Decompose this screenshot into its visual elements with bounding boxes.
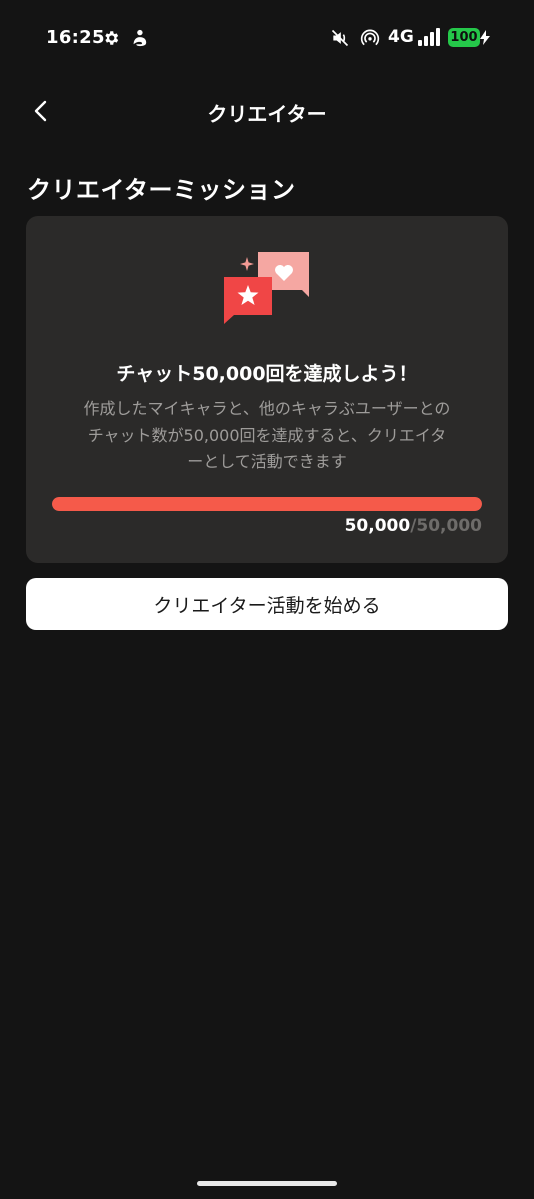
mute-icon (331, 29, 349, 47)
home-indicator[interactable] (197, 1181, 337, 1186)
progress-bar (52, 497, 482, 511)
start-creator-button[interactable]: クリエイター活動を始める (26, 578, 508, 630)
screen: 16:25 4G 100 クリエイター クリエイターミッション チャット50,0… (0, 0, 534, 1199)
battery-level: 100 (450, 30, 478, 45)
chat-bubbles-star-heart-icon (224, 252, 309, 324)
status-bar: 16:25 4G 100 (0, 0, 534, 78)
battery-icon: 100 (448, 28, 480, 47)
section-title: クリエイターミッション (27, 176, 296, 204)
status-time: 16:25 (46, 27, 105, 48)
gear-icon (105, 31, 119, 45)
mission-description: 作成したマイキャラと、他のキャラぶユーザーとの チャット数が50,000回を達成… (46, 396, 488, 476)
mission-description-line: 作成したマイキャラと、他のキャラぶユーザーとの (83, 399, 451, 418)
mission-title: チャット50,000回を達成しよう！ (116, 363, 418, 385)
progress-count: 50,000/50,000 (345, 516, 482, 536)
mission-card: チャット50,000回を達成しよう！ 作成したマイキャラと、他のキャラぶユーザー… (26, 216, 508, 563)
hotspot-icon (360, 29, 380, 46)
mission-description-line: ーとして活動できます (187, 452, 347, 471)
progress-current: 50,000 (344, 516, 411, 536)
signal-icon (418, 28, 440, 46)
app-notification-icon (133, 29, 147, 47)
progress-total: /50,000 (410, 516, 482, 536)
network-type: 4G (388, 27, 414, 47)
page-title: クリエイター (207, 102, 327, 126)
mission-description-line: チャット数が50,000回を達成すると、クリエイタ (87, 425, 447, 445)
charging-icon (480, 30, 490, 45)
progress-fill (52, 497, 482, 511)
